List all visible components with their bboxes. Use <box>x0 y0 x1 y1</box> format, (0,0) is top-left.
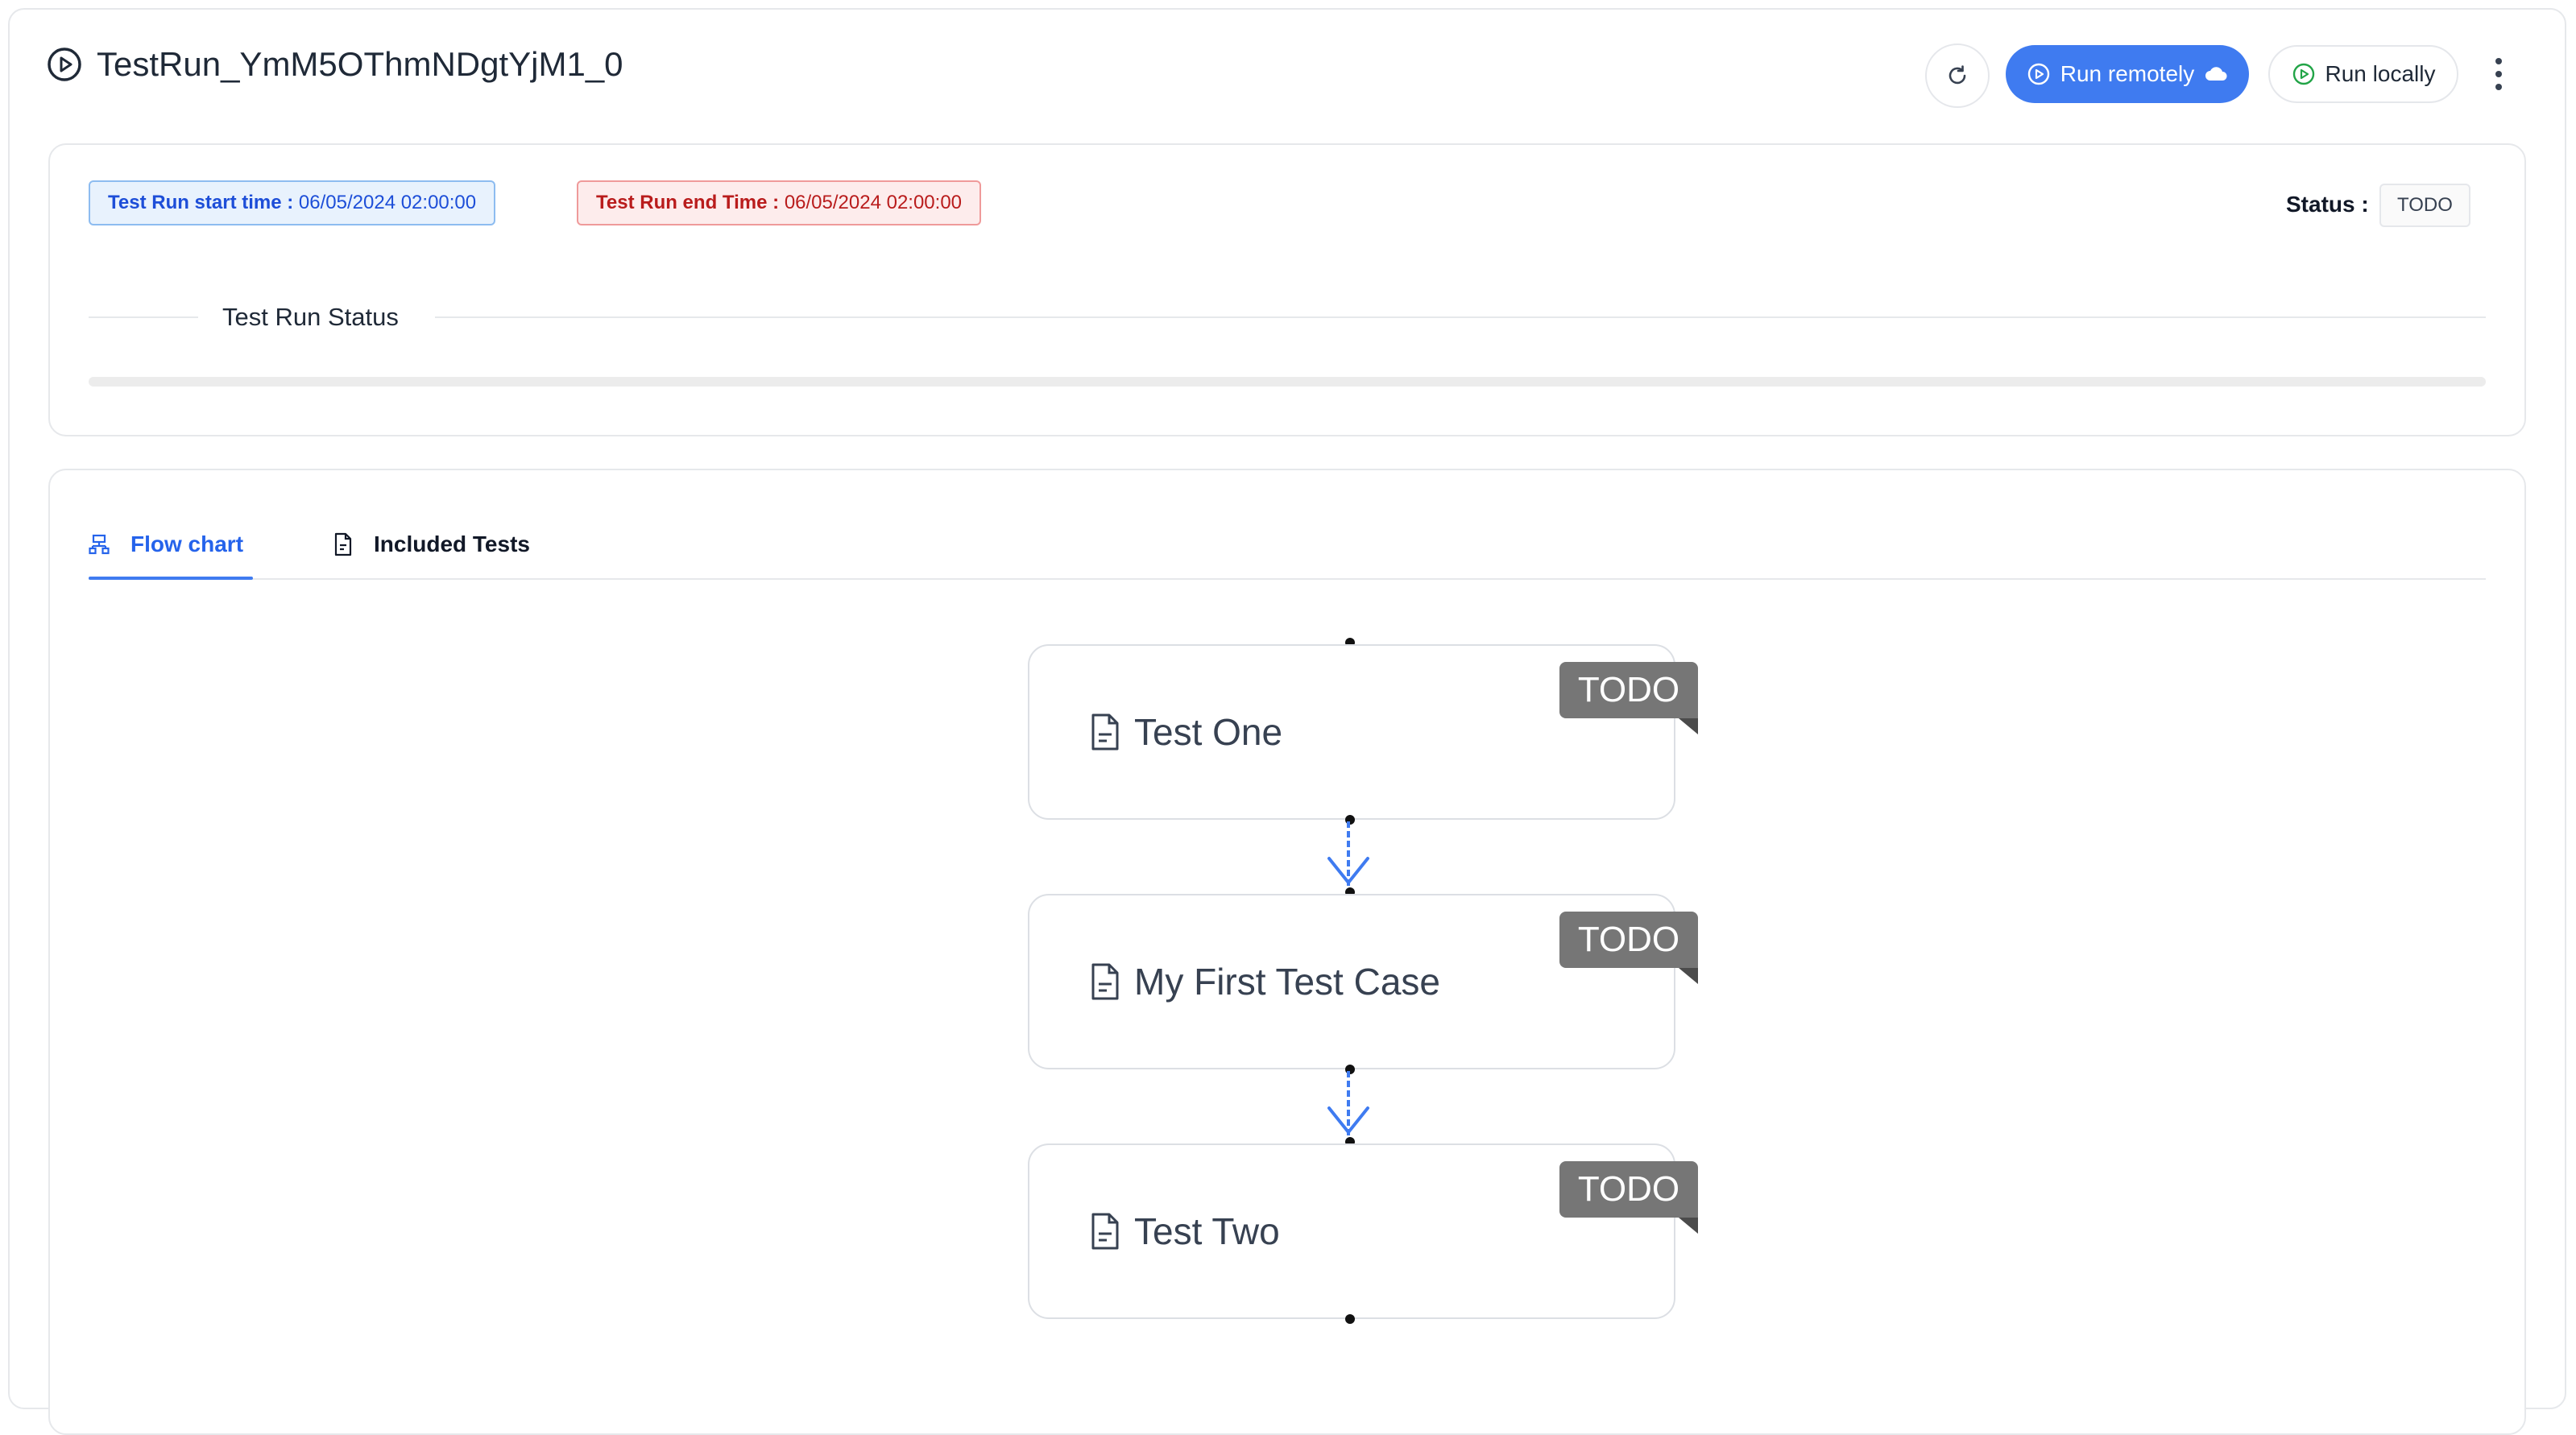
section-divider <box>435 316 2486 318</box>
document-icon <box>334 532 352 556</box>
end-time-value: 06/05/2024 02:00:00 <box>784 192 963 213</box>
flow-node-test-two[interactable]: Test Two TODO <box>1028 1143 1698 1319</box>
play-circle-icon <box>48 48 81 81</box>
section-divider <box>89 316 198 318</box>
flow-node-test-one[interactable]: Test One TODO <box>1028 644 1698 820</box>
flow-node-label: Test One <box>1134 711 1283 753</box>
tab-flow-chart[interactable]: Flow chart <box>89 527 243 562</box>
section-title: Test Run Status <box>222 303 399 331</box>
tab-label: Included Tests <box>374 531 530 556</box>
status-badge: TODO <box>2379 184 2470 227</box>
status-badge: TODO <box>1559 1161 1698 1218</box>
flow-node-my-first-test-case[interactable]: My First Test Case TODO <box>1028 894 1698 1069</box>
node-connector-handle[interactable] <box>1345 1314 1355 1324</box>
run-locally-label: Run locally <box>2325 61 2436 86</box>
tab-label: Flow chart <box>130 531 244 556</box>
tabs-divider <box>89 578 2486 580</box>
status-badge: TODO <box>1559 912 1698 968</box>
ribbon-fold <box>1679 718 1698 734</box>
ribbon-fold <box>1679 1218 1698 1234</box>
arrow-down-icon <box>1327 857 1369 884</box>
refresh-icon <box>1949 65 1966 85</box>
start-time-value: 06/05/2024 02:00:00 <box>298 192 477 213</box>
status-badge: TODO <box>1559 662 1698 718</box>
end-time-tag: Test Run end Time : 06/05/2024 02:00:00 <box>577 180 982 225</box>
run-remotely-button[interactable]: Run remotely <box>2006 45 2249 103</box>
active-tab-indicator <box>89 577 253 580</box>
flow-node-label: My First Test Case <box>1134 961 1440 1003</box>
run-progress-bar <box>89 377 2486 387</box>
document-icon <box>1091 713 1119 751</box>
start-time-tag: Test Run start time : 06/05/2024 02:00:0… <box>89 180 496 225</box>
more-vertical-icon <box>2495 58 2502 90</box>
status-label: Status : <box>2286 192 2369 217</box>
document-icon <box>1091 963 1119 1000</box>
end-time-label: Test Run end Time : <box>596 192 780 213</box>
run-locally-button[interactable]: Run locally <box>2268 45 2458 103</box>
arrow-down-icon <box>1327 1106 1369 1134</box>
cloud-icon <box>2205 67 2227 81</box>
ribbon-fold <box>1679 968 1698 984</box>
tab-included-tests[interactable]: Included Tests <box>333 527 530 562</box>
run-remotely-label: Run remotely <box>2060 61 2195 86</box>
start-time-label: Test Run start time : <box>108 192 294 213</box>
flowchart-icon <box>89 534 110 555</box>
play-circle-icon <box>2027 63 2049 85</box>
flow-node-label: Test Two <box>1134 1210 1280 1252</box>
more-options-button[interactable] <box>2483 48 2515 100</box>
refresh-button[interactable] <box>1925 43 1990 108</box>
play-circle-icon <box>2292 63 2314 85</box>
document-icon <box>1091 1213 1119 1250</box>
page-title: TestRun_YmM5OThmNDgtYjM1_0 <box>97 45 623 83</box>
